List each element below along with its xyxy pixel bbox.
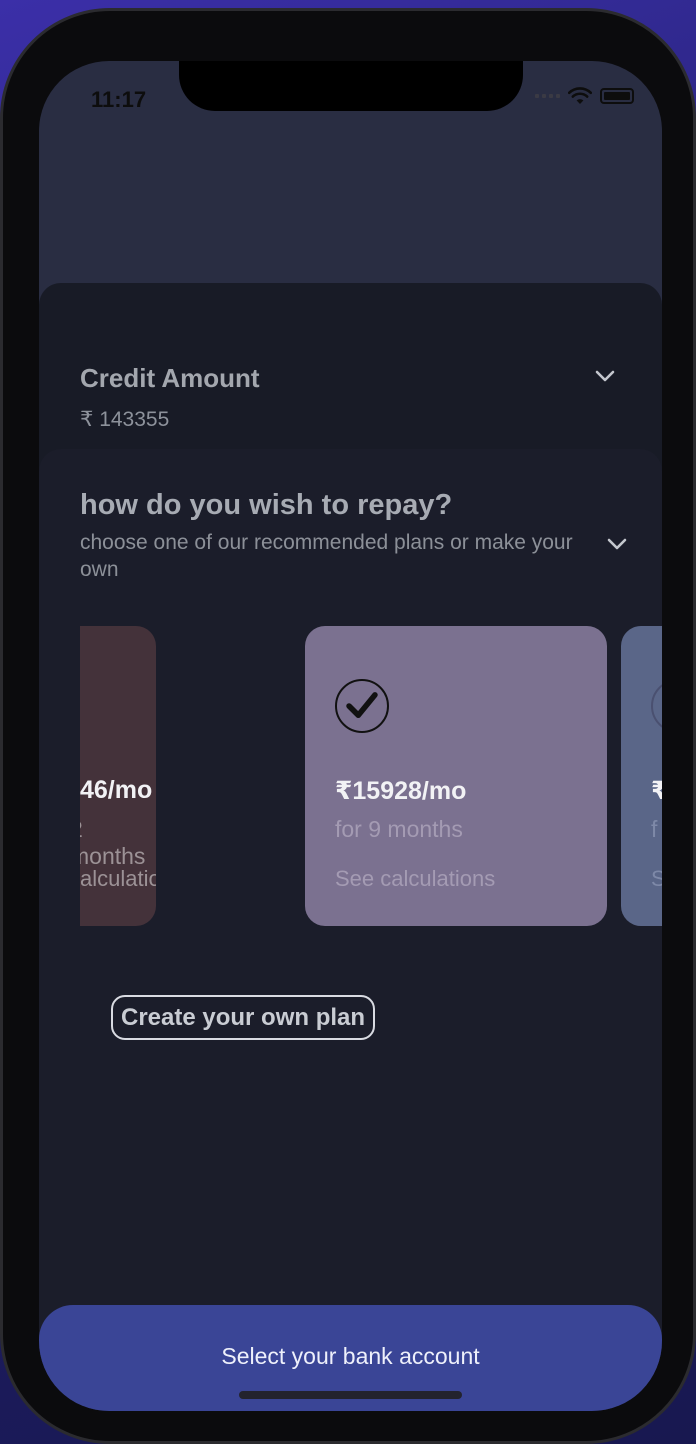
- wifi-icon: [568, 87, 592, 104]
- plan-amount: ₹: [651, 777, 662, 805]
- plan-calculations-link[interactable]: S: [651, 866, 662, 892]
- credit-amount-label: Credit Amount: [80, 363, 260, 393]
- radio-circle-icon: [651, 679, 662, 733]
- notch: [179, 61, 523, 111]
- plan-amount: ₹15928/mo: [335, 777, 467, 805]
- plan-card[interactable]: 46/mo 2 months alculations: [80, 626, 156, 926]
- credit-amount-value: ₹ 143355: [80, 408, 170, 431]
- signal-icon: [535, 94, 560, 98]
- home-indicator: [239, 1391, 462, 1399]
- plan-calculations-link[interactable]: See calculations: [335, 866, 495, 892]
- plan-duration: 2 months: [80, 816, 146, 869]
- plan-duration: f: [651, 816, 658, 842]
- plan-card-selected[interactable]: ₹15928/mo for 9 months See calculations: [305, 626, 607, 926]
- chevron-down-icon[interactable]: [594, 365, 616, 387]
- repay-subtitle: choose one of our recommended plans or m…: [80, 531, 573, 581]
- plan-calculations-link[interactable]: alculations: [80, 866, 156, 892]
- status-icons: [535, 87, 634, 105]
- select-bank-account-label: Select your bank account: [221, 1343, 480, 1369]
- plan-card[interactable]: ₹ f S: [621, 626, 662, 926]
- app-screen: 11:17 Credit Amount ₹ 143355 how do you …: [39, 61, 662, 1411]
- plan-carousel[interactable]: 46/mo 2 months alculations ₹15928/mo for…: [80, 626, 662, 928]
- repay-title: how do you wish to repay?: [80, 489, 453, 521]
- checkmark-circle-icon: [335, 679, 389, 733]
- phone-frame: 11:17 Credit Amount ₹ 143355 how do you …: [0, 8, 696, 1444]
- chevron-down-icon[interactable]: [606, 533, 628, 555]
- status-time: 11:17: [91, 87, 147, 112]
- select-bank-account-button[interactable]: Select your bank account: [39, 1305, 662, 1411]
- credit-sheet: Credit Amount ₹ 143355 how do you wish t…: [39, 283, 662, 1411]
- repay-panel: how do you wish to repay? choose one of …: [39, 449, 662, 1411]
- plan-amount: 46/mo: [80, 776, 153, 804]
- battery-icon: [600, 88, 634, 104]
- create-own-plan-button[interactable]: Create your own plan: [111, 995, 376, 1040]
- plan-duration: for 9 months: [335, 816, 463, 842]
